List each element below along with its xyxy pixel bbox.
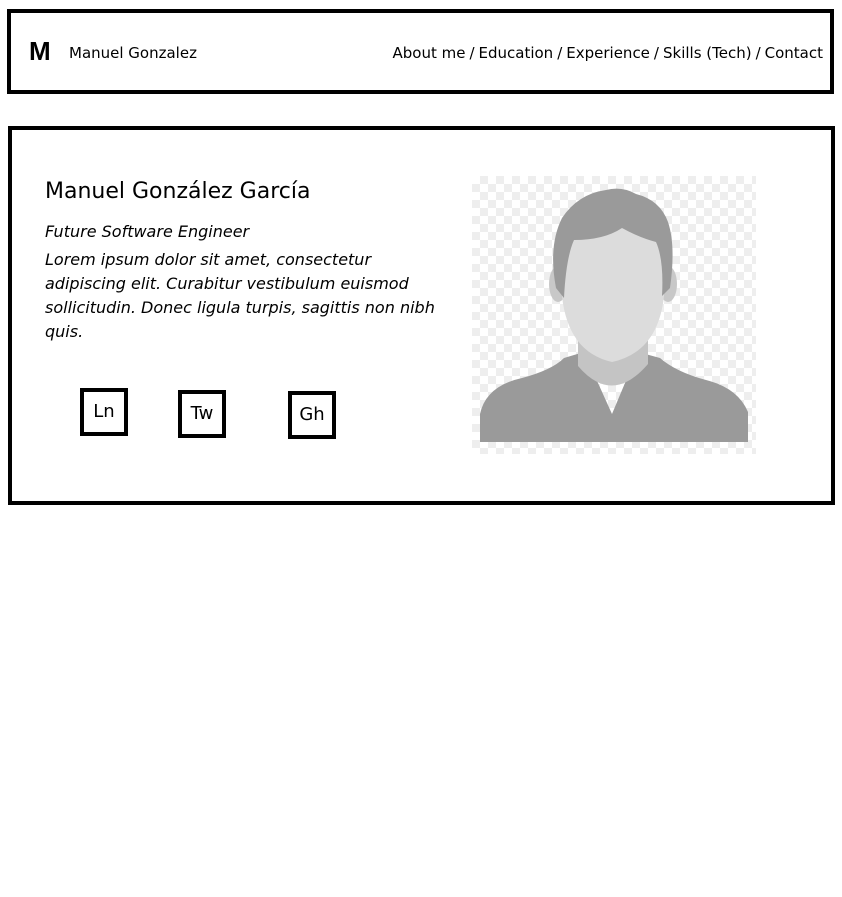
nav-experience[interactable]: Experience <box>566 44 650 62</box>
nav-separator: / <box>755 44 761 62</box>
avatar-placeholder-icon <box>480 188 748 442</box>
nav-separator: / <box>557 44 563 62</box>
github-button[interactable]: Gh <box>288 391 336 439</box>
twitter-label: Tw <box>190 403 214 424</box>
profile-role: Future Software Engineer <box>45 222 250 241</box>
github-label: Gh <box>299 404 325 425</box>
site-name[interactable]: Manuel Gonzalez <box>69 44 197 62</box>
linkedin-label: Ln <box>93 401 115 422</box>
nav-education[interactable]: Education <box>479 44 554 62</box>
profile-name: Manuel González García <box>45 179 311 204</box>
hero-card: Manuel González García Future Software E… <box>8 126 835 505</box>
profile-bio: Lorem ipsum dolor sit amet, consectetur … <box>45 250 435 341</box>
profile-photo <box>472 176 756 454</box>
nav-about[interactable]: About me <box>392 44 465 62</box>
linkedin-button[interactable]: Ln <box>80 388 128 436</box>
nav-separator: / <box>653 44 659 62</box>
nav-contact[interactable]: Contact <box>765 44 823 62</box>
nav-skills[interactable]: Skills (Tech) <box>663 44 752 62</box>
nav-separator: / <box>469 44 475 62</box>
site-header: M Manuel Gonzalez About me / Education / Exp… <box>7 9 834 94</box>
main-nav: About me / Education / Experience / Skills (Te… <box>392 44 823 62</box>
logo[interactable]: M <box>29 37 51 65</box>
twitter-button[interactable]: Tw <box>178 390 226 438</box>
